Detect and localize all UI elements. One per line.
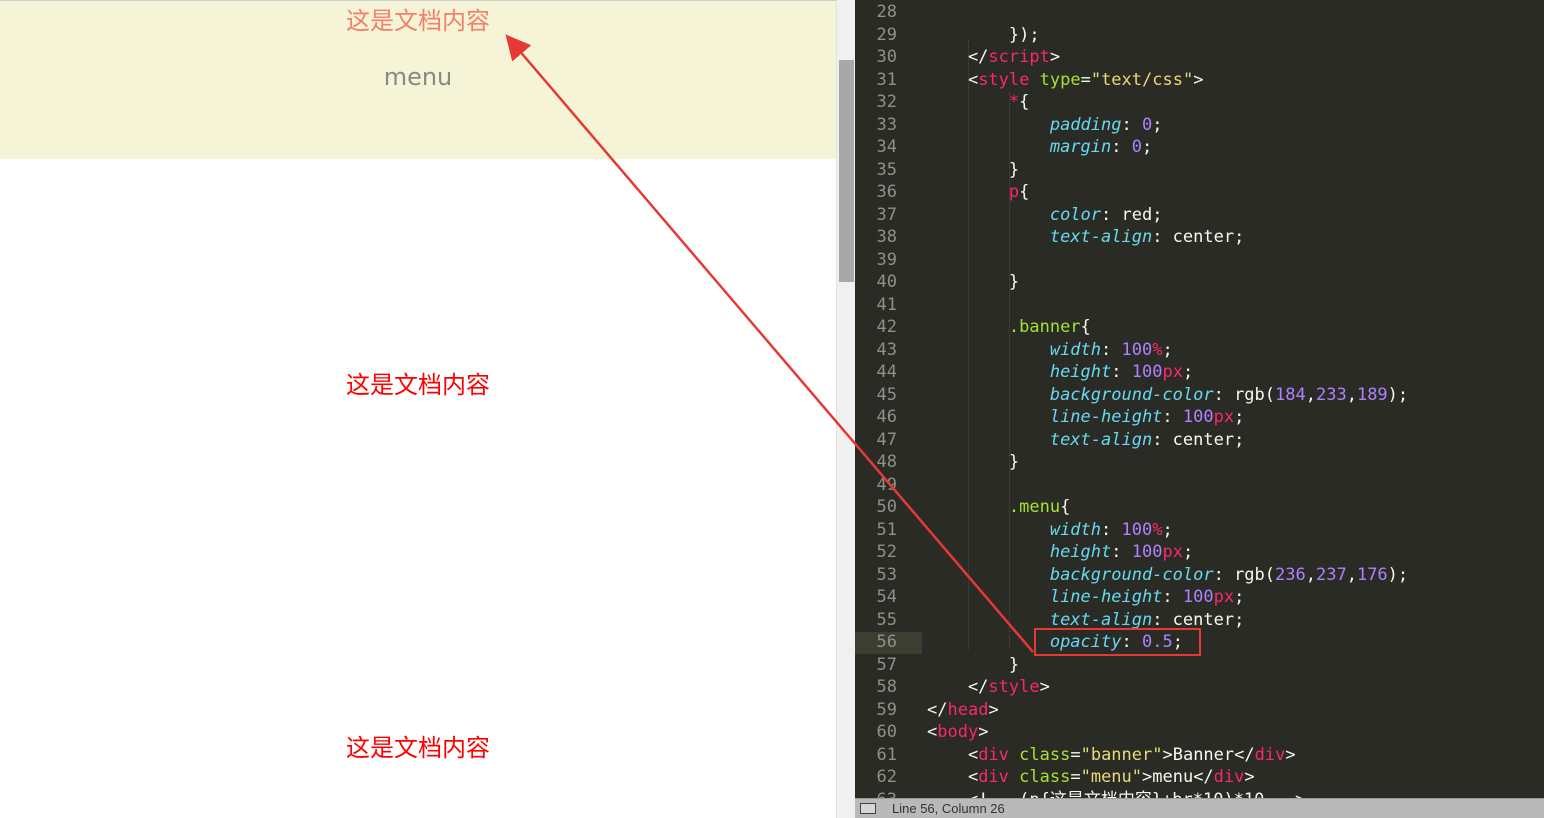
line-number: 56 bbox=[876, 632, 897, 652]
line-number: 41 bbox=[876, 294, 897, 315]
line-number: 39 bbox=[876, 249, 897, 270]
code-line[interactable]: <div class="menu">menu</div> bbox=[927, 766, 1255, 789]
code-line[interactable]: <div class="banner">Banner</div> bbox=[927, 744, 1296, 767]
code-line[interactable]: }); bbox=[927, 24, 1040, 47]
line-number: 36 bbox=[876, 182, 897, 202]
line-number: 43 bbox=[876, 339, 897, 360]
menu-label: menu bbox=[383, 63, 453, 91]
code-line[interactable]: color: red; bbox=[927, 204, 1163, 227]
line-number: 60 bbox=[876, 722, 897, 742]
line-number: 37 bbox=[876, 204, 897, 225]
code-line[interactable]: padding: 0; bbox=[927, 114, 1163, 137]
highlight-box bbox=[1034, 628, 1201, 656]
line-number: 44 bbox=[876, 362, 897, 382]
code-line[interactable]: background-color: rgb(236,237,176); bbox=[927, 564, 1408, 587]
code-line[interactable]: margin: 0; bbox=[927, 136, 1152, 159]
code-line[interactable]: height: 100px; bbox=[927, 361, 1193, 384]
line-number: 28 bbox=[876, 2, 897, 22]
code-line[interactable]: background-color: rgb(184,233,189); bbox=[927, 384, 1408, 407]
preview-scrollbar[interactable] bbox=[836, 0, 855, 818]
code-editor[interactable]: 28 29 30 31 32 33 34 35 36 37 38 39 40 41 42 43 44 45 46 47… bbox=[855, 0, 1544, 818]
line-number: 53 bbox=[876, 564, 897, 585]
line-number: 47 bbox=[876, 429, 897, 450]
line-number: 52 bbox=[876, 542, 897, 562]
line-number: 58 bbox=[876, 677, 897, 697]
code-line[interactable]: </head> bbox=[927, 699, 999, 722]
indent-guide bbox=[1009, 320, 1010, 470]
code-line[interactable]: text-align: center; bbox=[927, 429, 1244, 452]
line-number: 38 bbox=[876, 227, 897, 247]
line-number: 33 bbox=[876, 114, 897, 135]
line-number: 51 bbox=[876, 519, 897, 540]
code-line[interactable]: } bbox=[927, 654, 1019, 677]
console-icon[interactable] bbox=[860, 803, 876, 814]
line-number: 45 bbox=[876, 384, 897, 405]
line-number: 30 bbox=[876, 47, 897, 67]
doc-text-3: 这是文档内容 bbox=[346, 734, 490, 762]
code-line[interactable]: p{ bbox=[927, 181, 1030, 204]
line-number: 46 bbox=[876, 407, 897, 427]
browser-preview: 这是文档内容 menu 这是文档内容 这是文档内容 bbox=[0, 0, 836, 818]
line-number: 57 bbox=[876, 654, 897, 675]
line-number: 29 bbox=[876, 24, 897, 45]
code-area[interactable]: }); </script> <style type="text/css"> *{… bbox=[927, 0, 1544, 810]
code-line[interactable]: *{ bbox=[927, 91, 1030, 114]
code-line[interactable]: } bbox=[927, 271, 1019, 294]
line-number: 50 bbox=[876, 497, 897, 517]
indent-guide bbox=[968, 40, 969, 650]
code-line[interactable]: height: 100px; bbox=[927, 541, 1193, 564]
code-line[interactable]: </script> bbox=[927, 46, 1060, 69]
line-number: 48 bbox=[876, 452, 897, 472]
line-number: 40 bbox=[876, 272, 897, 292]
code-line[interactable]: width: 100%; bbox=[927, 339, 1173, 362]
code-line[interactable]: <body> bbox=[927, 721, 988, 744]
line-number: 35 bbox=[876, 159, 897, 180]
doc-text-2: 这是文档内容 bbox=[346, 371, 490, 399]
line-number: 54 bbox=[876, 587, 897, 607]
line-number: 62 bbox=[876, 767, 897, 787]
line-number: 49 bbox=[876, 474, 897, 495]
code-line[interactable]: </style> bbox=[927, 676, 1050, 699]
line-number: 55 bbox=[876, 609, 897, 630]
code-line[interactable]: } bbox=[927, 451, 1019, 474]
line-number: 59 bbox=[876, 699, 897, 720]
code-line[interactable]: } bbox=[927, 159, 1019, 182]
line-number: 32 bbox=[876, 92, 897, 112]
code-line[interactable]: width: 100%; bbox=[927, 519, 1173, 542]
scrollbar-thumb[interactable] bbox=[839, 60, 854, 282]
code-line[interactable]: line-height: 100px; bbox=[927, 586, 1245, 609]
doc-text-1: 这是文档内容 bbox=[346, 7, 490, 35]
line-number: 34 bbox=[876, 137, 897, 157]
cursor-position: Line 56, Column 26 bbox=[892, 801, 1005, 816]
status-bar: Line 56, Column 26 bbox=[855, 798, 1544, 818]
code-line[interactable]: text-align: center; bbox=[927, 226, 1244, 249]
line-number: 42 bbox=[876, 317, 897, 337]
code-line[interactable]: .menu{ bbox=[927, 496, 1070, 519]
line-number: 31 bbox=[876, 69, 897, 90]
code-line[interactable]: line-height: 100px; bbox=[927, 406, 1245, 429]
line-number: 61 bbox=[876, 744, 897, 765]
line-number-gutter: 28 29 30 31 32 33 34 35 36 37 38 39 40 41 42 43 44 45 46 47… bbox=[855, 0, 922, 810]
